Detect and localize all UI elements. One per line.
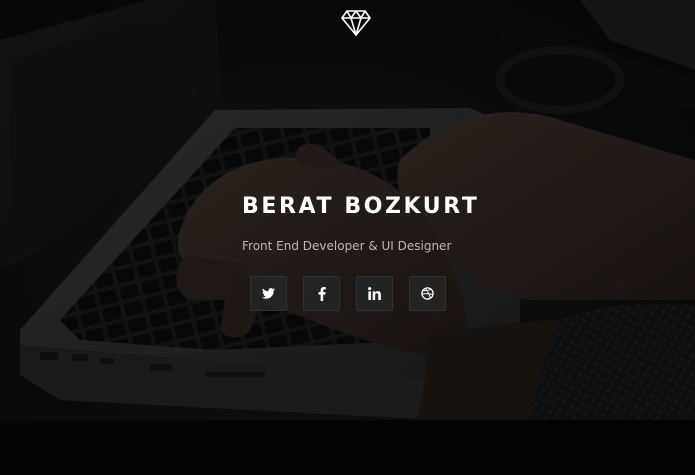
hero-content: BERAT BOZKURT Front End Developer & UI D… bbox=[242, 192, 572, 254]
facebook-button[interactable] bbox=[303, 276, 340, 311]
facebook-icon bbox=[318, 286, 326, 301]
hero-section: BERAT BOZKURT Front End Developer & UI D… bbox=[0, 0, 695, 475]
dribbble-icon bbox=[421, 287, 434, 300]
social-links bbox=[250, 276, 446, 311]
diamond-icon[interactable] bbox=[341, 10, 371, 36]
twitter-icon bbox=[262, 288, 275, 299]
hero-name: BERAT BOZKURT bbox=[242, 194, 480, 219]
twitter-button[interactable] bbox=[250, 276, 287, 311]
linkedin-icon bbox=[368, 287, 381, 300]
dribbble-button[interactable] bbox=[409, 276, 446, 311]
hero-tagline: Front End Developer & UI Designer bbox=[242, 239, 452, 253]
linkedin-button[interactable] bbox=[356, 276, 393, 311]
